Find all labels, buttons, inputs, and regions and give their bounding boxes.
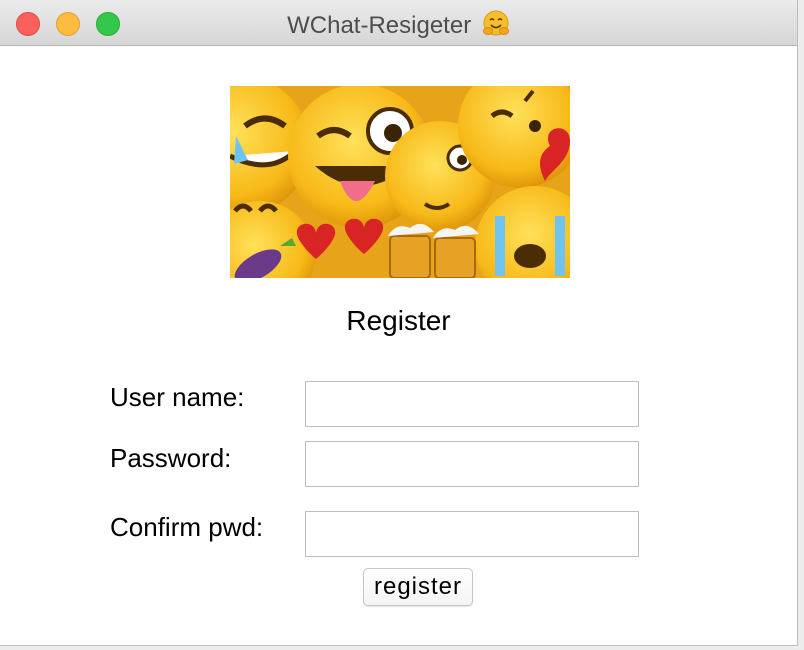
window-title-text: WChat-Resigeter xyxy=(287,12,472,39)
register-button[interactable]: register xyxy=(363,568,473,606)
confirm-password-label: Confirm pwd: xyxy=(110,512,264,542)
username-input[interactable] xyxy=(305,381,639,427)
password-label: Password: xyxy=(110,443,232,473)
password-input[interactable] xyxy=(305,441,639,487)
title-bar[interactable]: WChat-Resigeter xyxy=(0,0,797,46)
hugging-face-icon xyxy=(482,10,509,36)
form-heading: Register xyxy=(346,305,451,336)
username-label: User name: xyxy=(110,382,245,412)
window-title: WChat-Resigeter xyxy=(0,10,797,40)
emoji-banner-image xyxy=(230,86,570,278)
confirm-password-input[interactable] xyxy=(305,511,639,557)
register-window: WChat-Resigeter Register User name: Pass… xyxy=(0,0,798,646)
